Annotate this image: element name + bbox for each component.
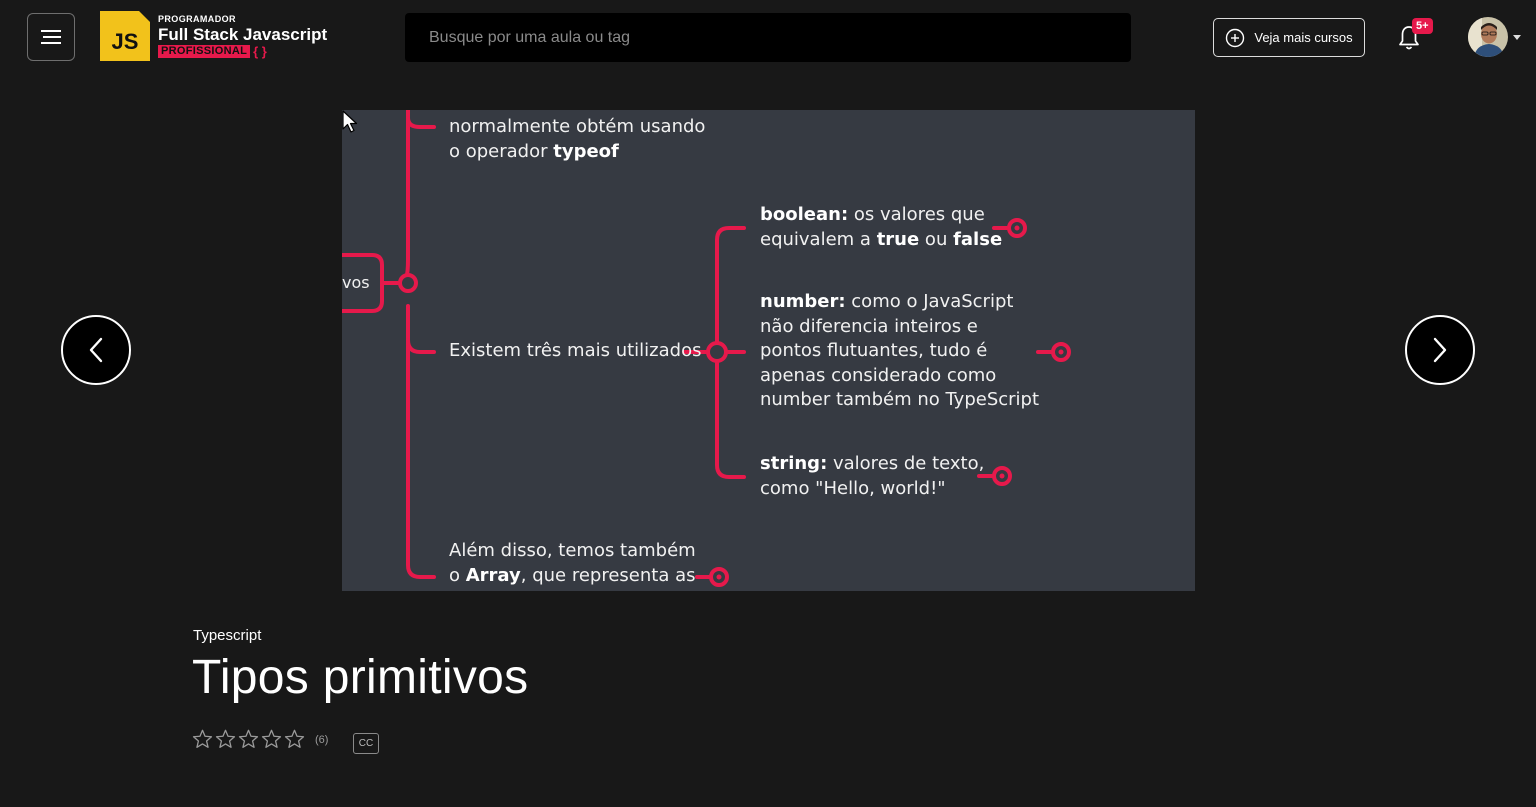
js-logo-badge: JS [100,11,150,61]
chevron-right-icon [1433,337,1447,363]
star-icon[interactable] [261,729,282,749]
chevron-down-icon [1513,34,1521,40]
more-courses-label: Veja mais cursos [1254,30,1353,45]
logo-line2: Full Stack Javascript [158,24,328,44]
previous-lesson-button[interactable] [61,315,131,385]
slide-node-array: Além disso, temos também o Array, que re… [449,540,696,586]
lesson-title: Tipos primitivos [192,651,529,704]
slide-node-string: string: valores de texto, como "Hello, w… [760,453,985,499]
mouse-cursor-icon [342,110,358,133]
logo-line1: PROGRAMADOR [158,13,236,24]
logo-brace: { } [253,43,267,59]
plus-circle-icon [1226,28,1245,47]
rating-stars[interactable] [192,729,305,749]
next-lesson-button[interactable] [1405,315,1475,385]
course-name[interactable]: Typescript [193,627,261,644]
search-input[interactable] [405,13,1131,62]
menu-button[interactable] [27,13,75,61]
logo-line3: PROFISSIONAL [158,44,251,58]
hamburger-icon [41,30,61,44]
slide-node-boolean: boolean: os valores que equivalem a true… [760,204,1003,250]
closed-captions-badge[interactable]: CC [353,733,379,754]
slide-node-number: number: como o JavaScript não diferencia… [760,291,1040,410]
notification-badge: 5+ [1412,18,1433,34]
video-player[interactable]: normalmente obtém usando o operador type… [342,110,1195,591]
star-icon[interactable] [215,729,236,749]
avatar [1468,17,1508,57]
slide-node-typeof: normalmente obtém usando o operador type… [449,116,706,162]
star-icon[interactable] [284,729,305,749]
chevron-left-icon [89,337,103,363]
course-logo[interactable]: JS PROGRAMADOR Full Stack Javascript PRO… [100,11,327,61]
more-courses-button[interactable]: Veja mais cursos [1213,18,1365,57]
star-icon[interactable] [192,729,213,749]
star-icon[interactable] [238,729,259,749]
rating-count: (6) [315,734,329,746]
user-menu[interactable] [1468,17,1521,57]
slide-root-label: vos [342,273,370,292]
slide-node-three-types: Existem três mais utilizados [449,340,702,361]
